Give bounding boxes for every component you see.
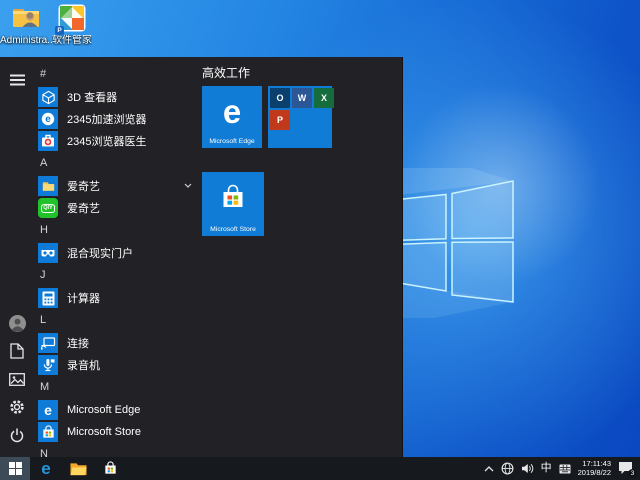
touch-keyboard-icon[interactable] bbox=[559, 464, 571, 474]
taskbar-clock[interactable]: 17:11:43 2019/8/22 bbox=[578, 460, 611, 477]
edge-tile-glyph: e bbox=[202, 94, 262, 130]
taskbar: e 中 bbox=[0, 457, 640, 480]
ime-indicator[interactable]: 中 bbox=[541, 463, 552, 474]
app-row-microsoft-edge[interactable]: e Microsoft Edge bbox=[34, 399, 200, 421]
action-center-button[interactable]: 3 bbox=[618, 461, 634, 476]
app-label: Microsoft Store bbox=[67, 426, 141, 438]
app-row-2345-browser[interactable]: e 2345加速浏览器 bbox=[34, 108, 200, 130]
app-label: 混合现实门户 bbox=[67, 245, 133, 261]
tile-microsoft-store[interactable]: Microsoft Store bbox=[202, 172, 264, 236]
outlook-mini-tile[interactable]: O bbox=[270, 88, 290, 108]
app-row-mixed-reality-portal[interactable]: 混合现实门户 bbox=[34, 242, 200, 264]
excel-mini-tile[interactable]: X bbox=[314, 88, 334, 108]
section-letter-l[interactable]: L bbox=[34, 309, 200, 332]
tile-label: Microsoft Edge bbox=[202, 138, 262, 145]
tile-label: Microsoft Store bbox=[202, 226, 264, 233]
gear-icon bbox=[9, 399, 25, 415]
tile-group-title[interactable]: 高效工作 bbox=[202, 64, 250, 81]
word-mini-tile[interactable]: W bbox=[292, 88, 312, 108]
start-menu-panel: # 3D 查看器 e 2345加速浏览器 bbox=[0, 57, 403, 457]
pictures-icon bbox=[9, 373, 25, 386]
app-label: 录音机 bbox=[67, 357, 100, 373]
section-letter-n[interactable]: N bbox=[34, 443, 200, 457]
app-label: 2345浏览器医生 bbox=[67, 133, 146, 149]
app-label: 爱奇艺 bbox=[67, 200, 100, 216]
powerpoint-mini-tile[interactable]: P bbox=[270, 110, 290, 130]
svg-text:e: e bbox=[45, 114, 51, 125]
section-letter-hash[interactable]: # bbox=[34, 63, 200, 86]
software-manager-icon: P bbox=[57, 3, 87, 33]
start-menu-app-list: # 3D 查看器 e 2345加速浏览器 bbox=[34, 57, 200, 457]
app-row-connect[interactable]: 连接 bbox=[34, 332, 200, 354]
start-menu-rail bbox=[0, 57, 34, 457]
app-row-voice-recorder[interactable]: 录音机 bbox=[34, 354, 200, 376]
document-icon bbox=[10, 343, 24, 359]
section-letter-h[interactable]: H bbox=[34, 219, 200, 242]
expand-menu-button[interactable] bbox=[0, 66, 34, 94]
taskbar-edge-button[interactable]: e bbox=[30, 457, 62, 480]
app-row-3d-viewer[interactable]: 3D 查看器 bbox=[34, 86, 200, 108]
app-label: 爱奇艺 bbox=[67, 178, 100, 194]
app-row-iqiyi[interactable]: QIY 爱奇艺 bbox=[34, 197, 200, 219]
hidden-icons-chevron[interactable] bbox=[484, 466, 494, 472]
mixed-reality-icon bbox=[38, 243, 58, 263]
desktop-icon-label: 软件管家 bbox=[52, 35, 92, 46]
3d-viewer-icon bbox=[38, 87, 58, 107]
user-folder-icon bbox=[11, 3, 41, 33]
system-tray: 中 17:11:43 2019/8/22 3 bbox=[477, 457, 634, 480]
power-icon bbox=[9, 427, 25, 443]
app-label: Microsoft Edge bbox=[67, 404, 140, 416]
tile-microsoft-edge[interactable]: e Microsoft Edge bbox=[202, 86, 262, 148]
power-button[interactable] bbox=[0, 421, 34, 449]
avatar-icon bbox=[9, 315, 26, 332]
edge-icon: e bbox=[41, 460, 50, 477]
calculator-icon bbox=[38, 288, 58, 308]
desktop-icon-software-manager[interactable]: P 软件管家 bbox=[46, 3, 98, 46]
software-manager-badge: P bbox=[55, 26, 64, 35]
section-letter-j[interactable]: J bbox=[34, 264, 200, 287]
iqiyi-folder-icon bbox=[38, 176, 58, 196]
store-bag-icon bbox=[220, 184, 246, 212]
desktop-icon-label: Administra... bbox=[0, 35, 52, 46]
store-icon bbox=[38, 422, 58, 442]
store-icon bbox=[103, 461, 118, 476]
app-row-calculator[interactable]: 计算器 bbox=[34, 287, 200, 309]
iqiyi-app-icon: QIY bbox=[38, 198, 58, 218]
user-account-button[interactable] bbox=[0, 309, 34, 337]
volume-icon[interactable] bbox=[521, 463, 534, 474]
section-letter-a[interactable]: A bbox=[34, 152, 200, 175]
hamburger-icon bbox=[10, 74, 25, 86]
app-label: 连接 bbox=[67, 335, 89, 351]
app-label: 计算器 bbox=[67, 290, 100, 306]
windows-start-icon bbox=[9, 462, 22, 475]
app-row-microsoft-store[interactable]: Microsoft Store bbox=[34, 421, 200, 443]
pictures-button[interactable] bbox=[0, 365, 34, 393]
desktop-icons: Administra... P 软件管家 bbox=[0, 3, 104, 46]
app-label: 2345加速浏览器 bbox=[67, 111, 146, 127]
taskbar-store-button[interactable] bbox=[94, 457, 126, 480]
app-row-iqiyi-folder[interactable]: 爱奇艺 bbox=[34, 175, 200, 197]
browser-doctor-icon bbox=[38, 131, 58, 151]
notification-badge: 3 bbox=[628, 469, 637, 478]
settings-button[interactable] bbox=[0, 393, 34, 421]
chevron-down-icon[interactable] bbox=[184, 183, 192, 188]
microphone-icon bbox=[38, 355, 58, 375]
clock-date: 2019/8/22 bbox=[578, 469, 611, 478]
connect-icon bbox=[38, 333, 58, 353]
taskbar-file-explorer-button[interactable] bbox=[62, 457, 94, 480]
network-icon[interactable] bbox=[501, 462, 514, 475]
section-letter-m[interactable]: M bbox=[34, 376, 200, 399]
desktop-icon-administrator[interactable]: Administra... bbox=[0, 3, 52, 46]
app-row-2345-browser-doctor[interactable]: 2345浏览器医生 bbox=[34, 130, 200, 152]
start-button[interactable] bbox=[0, 457, 30, 480]
2345-browser-icon: e bbox=[38, 109, 58, 129]
app-label: 3D 查看器 bbox=[67, 89, 117, 105]
tile-office-group[interactable]: O W X P bbox=[268, 86, 332, 148]
file-explorer-icon bbox=[70, 462, 87, 476]
documents-button[interactable] bbox=[0, 337, 34, 365]
edge-icon: e bbox=[38, 400, 58, 420]
